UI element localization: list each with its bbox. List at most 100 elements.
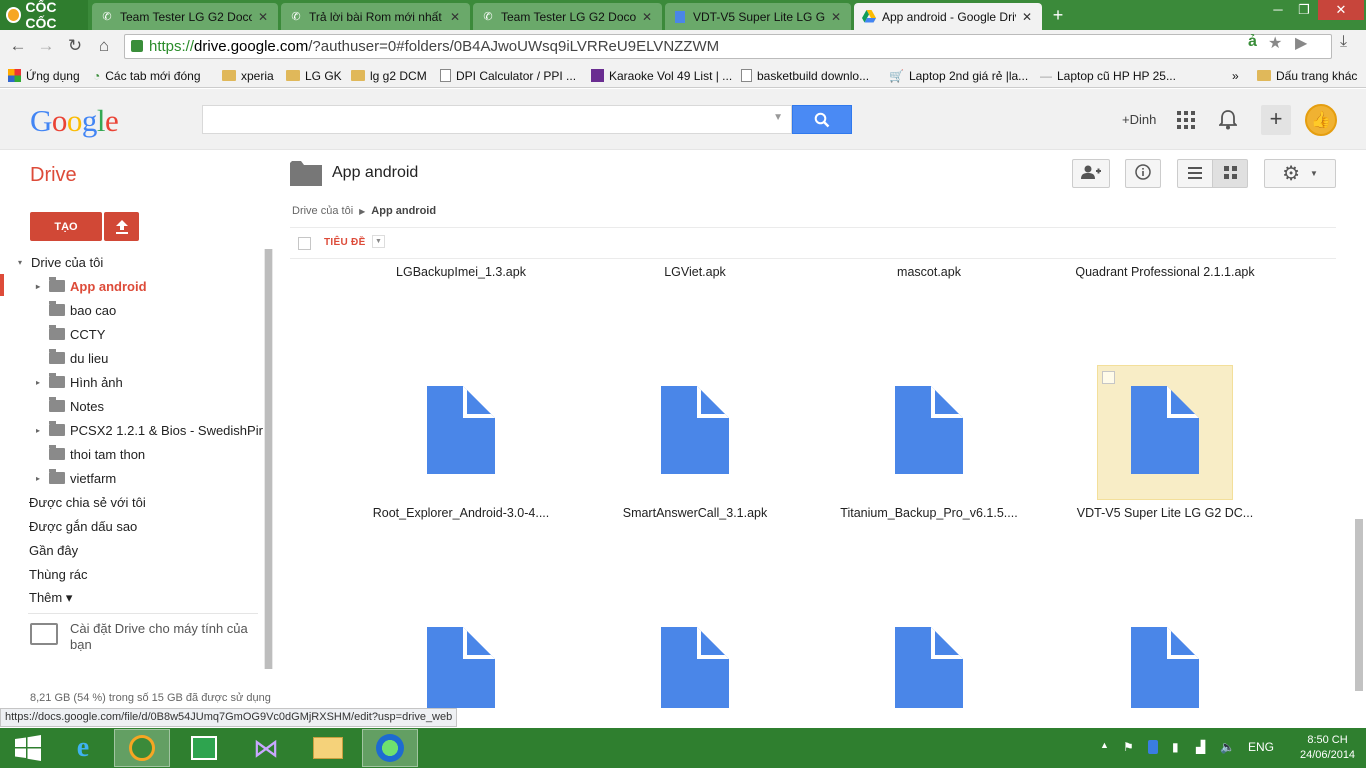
sidebar-scrollbar[interactable] xyxy=(264,249,273,669)
close-icon[interactable]: ✕ xyxy=(450,10,462,24)
translate-icon[interactable]: ả xyxy=(1248,33,1257,51)
sidebar-link[interactable]: Thùng rác xyxy=(29,563,88,585)
browser-logo[interactable]: CỐC CỐC xyxy=(0,0,88,31)
sidebar-link[interactable]: Được chia sẻ với tôi xyxy=(29,491,146,513)
taskbar-ie[interactable]: e xyxy=(55,729,111,767)
sidebar-item[interactable]: bao cao xyxy=(36,299,116,321)
google-logo[interactable]: Google xyxy=(30,103,119,139)
bookmark-lg-gk[interactable]: LG GK xyxy=(286,67,342,84)
volume-icon[interactable]: 🔈 xyxy=(1220,740,1235,754)
sidebar-link[interactable]: Gần đây xyxy=(29,539,78,561)
bookmark-laptop-hp[interactable]: — Laptop cũ HP HP 25... xyxy=(1040,67,1176,84)
signal-icon[interactable]: ▟ xyxy=(1196,740,1205,754)
input-language[interactable]: ENG xyxy=(1248,740,1274,754)
apps-grid-icon[interactable] xyxy=(1172,106,1200,134)
file-icon[interactable] xyxy=(1131,386,1199,474)
close-icon[interactable]: ✕ xyxy=(831,10,843,24)
sidebar-item[interactable]: ▾ Drive của tôi xyxy=(18,251,103,273)
browser-tab-2[interactable]: ✆ Trả lời bài Rom mới nhất L ✕ xyxy=(281,3,470,30)
list-view-button[interactable] xyxy=(1177,159,1213,188)
file-name[interactable]: mascot.apk xyxy=(819,265,1039,279)
sidebar-item[interactable]: ▸ App android xyxy=(36,275,147,297)
taskbar-idm[interactable] xyxy=(362,729,418,767)
sidebar-item[interactable]: thoi tam thon xyxy=(36,443,145,465)
sidebar-item[interactable]: ▸ vietfarm xyxy=(36,467,116,489)
share-button[interactable] xyxy=(1072,159,1110,188)
sidebar-link[interactable]: Được gắn dấu sao xyxy=(29,515,137,537)
search-button[interactable] xyxy=(792,105,852,134)
taskbar-coccoc[interactable] xyxy=(114,729,170,767)
browser-tab-1[interactable]: ✆ Team Tester LG G2 Docom ✕ xyxy=(92,3,278,30)
bookmarks-more[interactable]: » xyxy=(1232,67,1239,84)
home-button[interactable]: ⌂ xyxy=(93,35,115,57)
forward-button[interactable]: → xyxy=(35,35,57,57)
file-name[interactable]: LGBackupImei_1.3.apk xyxy=(351,265,571,279)
avatar[interactable]: 👍 xyxy=(1305,104,1337,136)
bookmark-recent-tabs[interactable]: ◔ Các tab mới đóng xyxy=(93,67,201,84)
details-button[interactable] xyxy=(1125,159,1161,188)
media-icon[interactable]: ▶ xyxy=(1295,33,1307,53)
bookmark-laptop-2nd[interactable]: 🛒 Laptop 2nd giá rẻ |la... xyxy=(889,67,1028,84)
share-plus-button[interactable]: + xyxy=(1261,105,1291,135)
file-icon[interactable] xyxy=(427,627,495,708)
flag-icon[interactable]: ⚑ xyxy=(1123,740,1134,754)
clock[interactable]: 8:50 CH 24/06/2014 xyxy=(1300,733,1355,763)
select-all-checkbox[interactable] xyxy=(298,237,311,250)
star-icon[interactable]: ★ xyxy=(1268,33,1282,53)
browser-tab-active[interactable]: App android - Google Driv ✕ xyxy=(854,3,1042,30)
settings-button[interactable]: ⚙ ▼ xyxy=(1264,159,1336,188)
restore-button[interactable]: ❐ xyxy=(1291,0,1317,20)
sort-dropdown[interactable]: ▼ xyxy=(372,235,385,248)
bookmark-other[interactable]: Dấu trang khác xyxy=(1257,67,1357,84)
sidebar-item[interactable]: ▸ Hình ảnh xyxy=(36,371,123,393)
bell-icon[interactable] xyxy=(1214,106,1242,134)
create-button[interactable]: TẠO xyxy=(30,212,102,241)
show-hidden-icons[interactable]: ▲ xyxy=(1100,740,1109,750)
bookmark-lg-g2-dcm[interactable]: lg g2 DCM xyxy=(351,67,427,84)
grid-view-button[interactable] xyxy=(1212,159,1248,188)
reload-button[interactable]: ↻ xyxy=(64,35,86,57)
chevron-down-icon[interactable]: ▼ xyxy=(773,112,783,123)
window-close-button[interactable]: ✕ xyxy=(1318,0,1364,20)
taskbar-explorer[interactable] xyxy=(300,729,356,767)
scrollbar-thumb[interactable] xyxy=(265,249,272,669)
bookmark-xperia[interactable]: xperia xyxy=(222,67,274,84)
bookmark-apps[interactable]: Ứng dụng xyxy=(8,67,80,84)
folder-title[interactable]: App android xyxy=(332,164,418,182)
start-button[interactable] xyxy=(0,729,56,767)
battery-icon[interactable]: ▮ xyxy=(1172,740,1179,754)
file-icon[interactable] xyxy=(427,386,495,474)
content-scrollbar[interactable] xyxy=(1355,519,1363,691)
sidebar-item[interactable]: ▸ PCSX2 1.2.1 & Bios - SwedishPir xyxy=(36,419,263,441)
address-bar[interactable]: https://drive.google.com/?authuser=0#fol… xyxy=(124,34,1332,59)
file-icon[interactable] xyxy=(661,627,729,708)
file-icon[interactable] xyxy=(895,627,963,708)
download-icon[interactable]: ⤓ xyxy=(1340,33,1347,51)
file-icon[interactable] xyxy=(1131,627,1199,708)
file-checkbox[interactable] xyxy=(1102,371,1115,384)
minimize-button[interactable]: ─ xyxy=(1265,0,1291,20)
bookmark-dpi[interactable]: DPI Calculator / PPI ... xyxy=(440,67,576,84)
close-icon[interactable]: ✕ xyxy=(1022,10,1034,24)
title-column-header[interactable]: TIÊU ĐỀ xyxy=(324,237,366,248)
browser-tab-3[interactable]: ✆ Team Tester LG G2 Docom ✕ xyxy=(473,3,662,30)
drive-title[interactable]: Drive xyxy=(30,164,77,187)
sidebar-item[interactable]: Notes xyxy=(36,395,104,417)
back-button[interactable]: ← xyxy=(7,35,29,57)
file-name[interactable]: SmartAnswerCall_3.1.apk xyxy=(585,506,805,520)
expand-right-icon[interactable]: ▸ xyxy=(36,474,44,483)
file-icon[interactable] xyxy=(895,386,963,474)
expand-down-icon[interactable]: ▾ xyxy=(18,258,26,267)
file-name[interactable]: VDT-V5 Super Lite LG G2 DC... xyxy=(1055,506,1275,520)
file-icon[interactable] xyxy=(661,386,729,474)
breadcrumb-root[interactable]: Drive của tôi xyxy=(292,205,353,217)
search-input[interactable]: ▼ xyxy=(202,105,792,134)
bookmark-karaoke[interactable]: Karaoke Vol 49 List | ... xyxy=(591,67,732,84)
file-name[interactable]: LGViet.apk xyxy=(585,265,805,279)
file-name[interactable]: Quadrant Professional 2.1.1.apk xyxy=(1055,265,1275,279)
close-icon[interactable]: ✕ xyxy=(642,10,654,24)
file-name[interactable]: Titanium_Backup_Pro_v6.1.5.... xyxy=(819,506,1039,520)
file-name[interactable]: Root_Explorer_Android-3.0-4.... xyxy=(351,506,571,520)
new-tab-button[interactable]: + xyxy=(1046,5,1070,25)
sidebar-item[interactable]: du lieu xyxy=(36,347,108,369)
